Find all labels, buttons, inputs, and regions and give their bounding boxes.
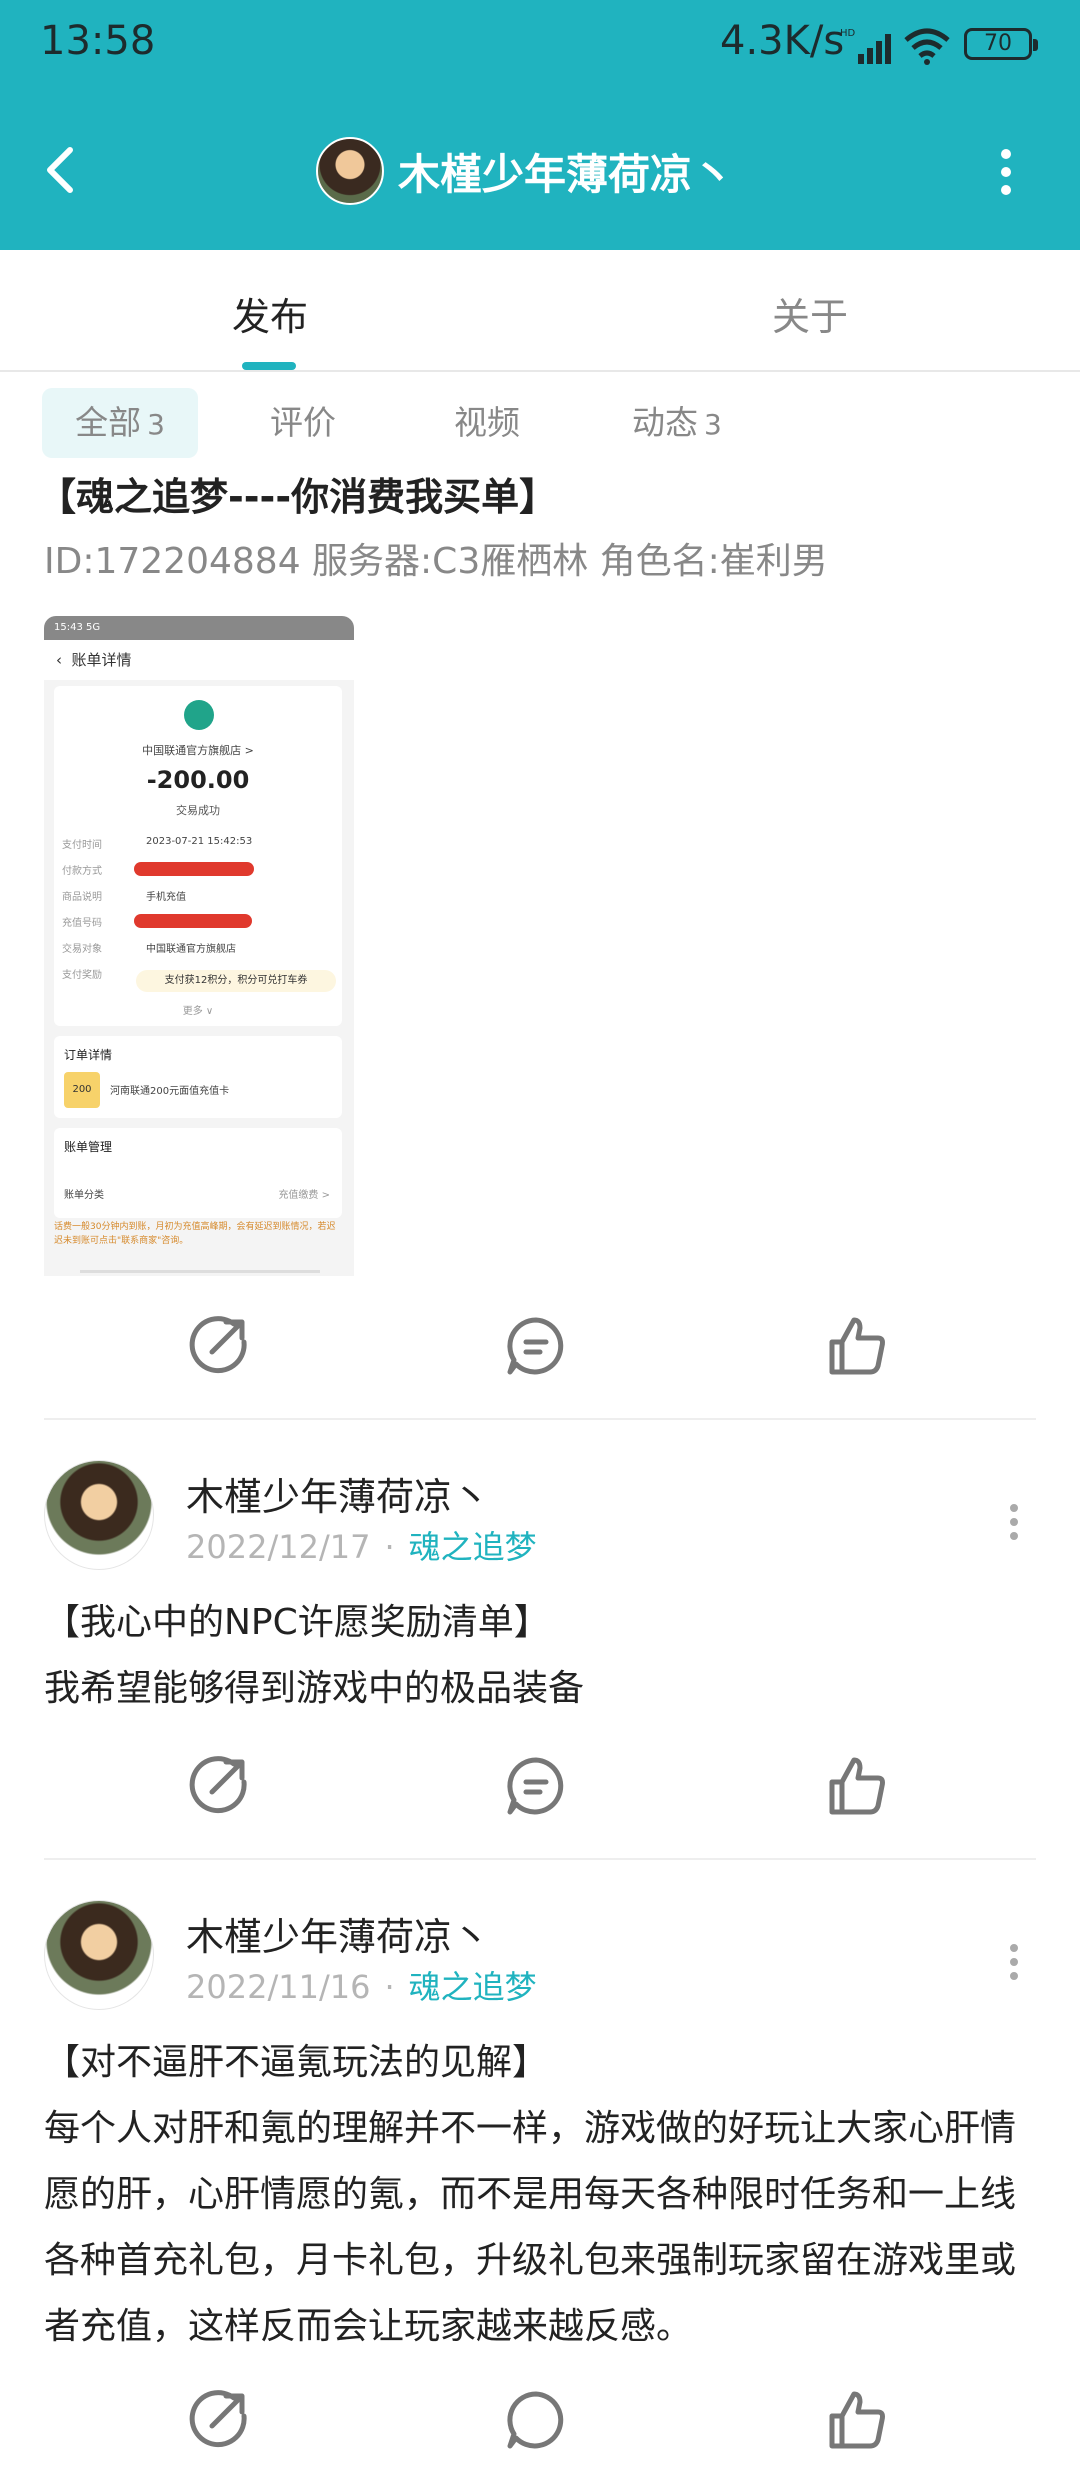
bill-more: 更多 ∨	[182, 1006, 214, 1017]
bill-card: 中国联通官方旗舰店 > -200.00 交易成功 支付时间 2023-07-21 …	[54, 686, 342, 1026]
redaction-mark	[134, 862, 254, 876]
battery-icon: 70	[964, 28, 1038, 60]
bill-row: 支付时间 2023-07-21 15:42:53	[62, 836, 253, 851]
like-icon[interactable]	[826, 2388, 890, 2452]
image-home-bar	[80, 1270, 320, 1273]
author-name[interactable]: 木槿少年薄荷凉丶	[186, 1906, 490, 1961]
more-vertical-icon[interactable]	[1008, 1502, 1020, 1542]
comment-icon[interactable]	[504, 1314, 568, 1378]
circle-link[interactable]: 魂之追梦	[409, 1528, 537, 1566]
network-speed: 4.3K/s	[720, 18, 845, 64]
post-actions	[0, 1742, 1080, 1832]
post-subtitle: ID:172204884 服务器:C3雁栖林 角色名:崔利男	[44, 541, 828, 582]
post-text: 我希望能够得到游戏中的极品装备	[44, 1668, 585, 1709]
post-title[interactable]: 【魂之追梦----你消费我买单】	[38, 466, 557, 521]
post-meta: 2022/11/16 · 魂之追梦	[186, 1968, 537, 2006]
filter-moments[interactable]: 动态 3	[632, 388, 722, 458]
post-actions	[0, 2376, 1080, 2466]
avatar[interactable]	[44, 1460, 154, 1570]
divider	[44, 1418, 1036, 1420]
back-icon[interactable]	[36, 140, 86, 200]
post-text: 每个人对肝和氪的理解并不一样，游戏做的好玩让大家心肝情愿的肝，心肝情愿的氪，而不…	[44, 2108, 1017, 2347]
more-vertical-icon[interactable]	[1008, 1942, 1020, 1982]
comment-icon[interactable]	[504, 2388, 568, 2452]
post-header: 木槿少年薄荷凉丶 2022/11/16 · 魂之追梦	[0, 1896, 1080, 2016]
filter-count: 3	[147, 408, 165, 441]
post-header: 木槿少年薄荷凉丶 2022/12/17 · 魂之追梦	[0, 1456, 1080, 1576]
order-item: 河南联通200元面值充值卡	[110, 1086, 230, 1097]
share-icon[interactable]	[188, 1754, 252, 1818]
avatar[interactable]	[44, 1900, 154, 2010]
bill-row: 交易对象 中国联通官方旗舰店	[62, 944, 236, 955]
bill-status: 交易成功	[176, 804, 220, 817]
bill-store: 中国联通官方旗舰店 >	[142, 744, 254, 757]
post-date: 2022/11/16	[186, 1968, 371, 2006]
filter-all[interactable]: 全部 3	[42, 388, 198, 458]
bill-perk: 支付获12积分，积分可兑打车券	[136, 970, 336, 992]
bill-amount: -200.00	[146, 766, 250, 794]
filter-reviews[interactable]: 评价	[270, 388, 336, 458]
page-title: 木槿少年薄荷凉丶	[398, 149, 735, 199]
bill-row: 商品说明 手机充值	[62, 892, 186, 903]
divider	[44, 1858, 1036, 1860]
order-card: 订单详情 200 河南联通200元面值充值卡	[54, 1036, 342, 1118]
image-header: ‹ 账单详情	[44, 640, 354, 680]
filter-label: 评价	[270, 403, 336, 442]
share-icon[interactable]	[188, 1314, 252, 1378]
phone-icon	[184, 700, 214, 730]
tab-bar: 发布 关于	[0, 250, 1080, 372]
order-title: 订单详情	[64, 1048, 113, 1062]
bill-note: 话费一般30分钟内到账，月初为充值高峰期，会有延迟到账情况，若迟迟未到账可点击"…	[54, 1222, 336, 1246]
post-date: 2022/12/17	[186, 1528, 371, 1566]
image-status-bar: 15:43 5G	[44, 616, 354, 640]
mgmt-left: 账单分类	[64, 1190, 104, 1201]
post-image[interactable]: 15:43 5G ‹ 账单详情 中国联通官方旗舰店 > -200.00 交易成功…	[44, 616, 354, 1276]
tab-publish[interactable]: 发布	[232, 286, 308, 341]
circle-link[interactable]: 魂之追梦	[409, 1968, 537, 2006]
post-title: 【对不逼肝不逼氪玩法的见解】	[44, 2042, 549, 2083]
filter-videos[interactable]: 视频	[454, 388, 520, 458]
bill-row: 充值号码	[62, 918, 102, 929]
like-icon[interactable]	[826, 1754, 890, 1818]
image-header-title: 账单详情	[71, 651, 132, 669]
avatar	[316, 137, 384, 205]
filter-label: 全部	[75, 403, 142, 442]
filter-label: 视频	[454, 403, 520, 442]
filter-label: 动态	[632, 403, 698, 442]
author-name[interactable]: 木槿少年薄荷凉丶	[186, 1466, 490, 1521]
comment-icon[interactable]	[504, 1754, 568, 1818]
tab-indicator	[242, 362, 296, 370]
top-bar: 13:58 4.3K/s HD 70 木槿少年薄荷凉丶	[0, 0, 1080, 250]
signal-icon: HD	[840, 28, 891, 64]
profile-title: 木槿少年薄荷凉丶	[316, 137, 735, 205]
wifi-icon	[904, 28, 950, 65]
mgmt-card: 账单管理 账单分类 充值缴费 >	[54, 1128, 342, 1218]
like-icon[interactable]	[826, 1314, 890, 1378]
status-bar: 13:58 4.3K/s HD 70	[0, 0, 1080, 90]
tab-about[interactable]: 关于	[772, 286, 848, 341]
mgmt-title: 账单管理	[64, 1140, 113, 1154]
more-vertical-icon[interactable]	[996, 148, 1016, 196]
post-content[interactable]: 【我心中的NPC许愿奖励清单】 我希望能够得到游戏中的极品装备	[44, 1590, 1044, 1722]
post-content[interactable]: 【对不逼肝不逼氪玩法的见解】 每个人对肝和氪的理解并不一样，游戏做的好玩让大家心…	[44, 2030, 1044, 2360]
svg-text:HD: HD	[840, 28, 856, 39]
post-title: 【我心中的NPC许愿奖励清单】	[44, 1602, 550, 1643]
share-icon[interactable]	[188, 2388, 252, 2452]
gift-card-icon: 200	[64, 1072, 100, 1108]
status-time: 13:58	[40, 18, 156, 64]
bill-row: 支付奖励	[62, 970, 102, 981]
post-actions	[0, 1302, 1080, 1392]
redaction-mark	[134, 914, 252, 928]
filter-chips: 全部 3 评价 视频 动态 3	[0, 384, 1080, 464]
mgmt-right: 充值缴费 >	[278, 1190, 330, 1201]
battery-level: 70	[984, 31, 1012, 56]
post-meta: 2022/12/17 · 魂之追梦	[186, 1528, 537, 1566]
bill-row: 付款方式	[62, 866, 102, 877]
filter-count: 3	[704, 408, 722, 441]
